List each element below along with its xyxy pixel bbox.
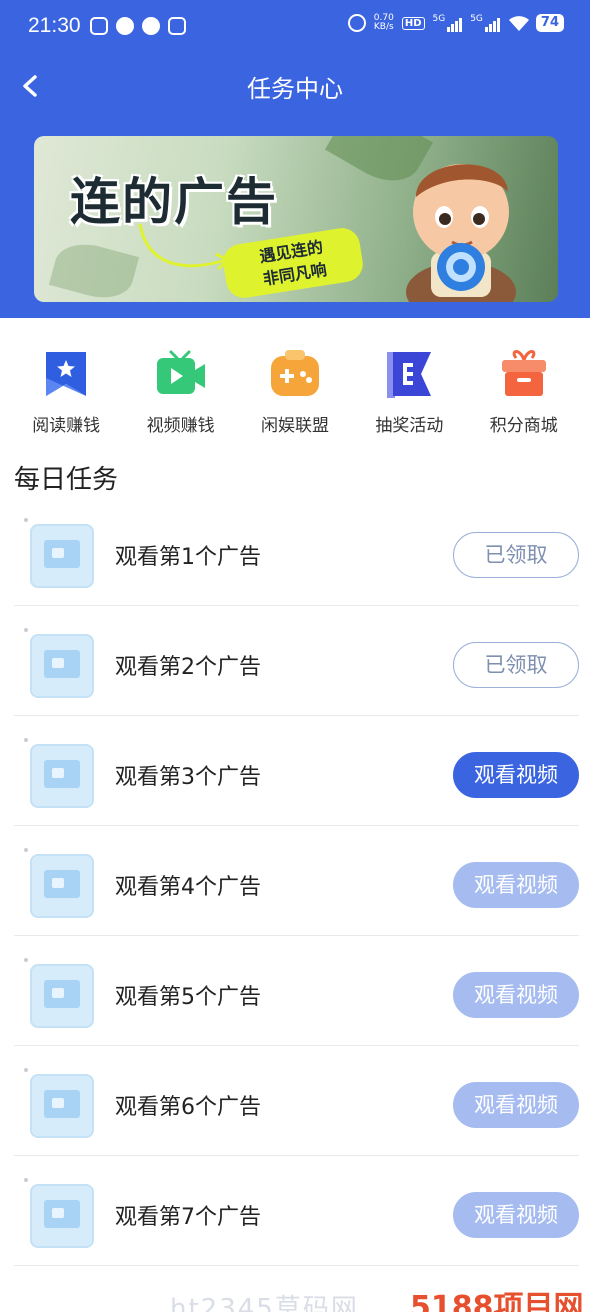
alarm-icon — [347, 14, 366, 32]
entry-label: 视频赚钱 — [146, 416, 215, 436]
sim1-network-type: 5G — [432, 14, 446, 24]
task-row: 观看第7个广告 观看视频 — [14, 1156, 579, 1266]
watch-video-button-disabled[interactable]: 观看视频 — [453, 1082, 579, 1128]
task-title: 观看第3个广告 — [115, 765, 261, 790]
notification-app-icon — [90, 17, 108, 35]
page-title: 任务中心 — [247, 75, 343, 103]
wifi-icon — [508, 14, 529, 32]
bookmark-star-icon — [46, 352, 87, 396]
status-bar: 21:30 0.70 KB/s HD 5G 5G 74 — [0, 0, 590, 56]
watch-video-button[interactable]: 观看视频 — [453, 752, 579, 798]
task-title: 观看第4个广告 — [115, 875, 261, 900]
notification-icons — [90, 17, 186, 35]
entry-read-earn[interactable]: 阅读赚钱 — [16, 348, 116, 440]
entry-points-mall[interactable]: 积分商城 — [474, 348, 574, 440]
banner-tagline: 遇见连的 非同凡响 — [220, 225, 366, 301]
watch-video-button-disabled[interactable]: 观看视频 — [453, 862, 579, 908]
task-video-thumbnail-icon — [30, 634, 94, 698]
decor-dot — [24, 518, 28, 522]
task-title: 观看第2个广告 — [115, 655, 261, 680]
entry-label: 积分商城 — [489, 416, 558, 436]
header-background: 21:30 0.70 KB/s HD 5G 5G 74 任务中心 连的广告 遇见… — [0, 0, 590, 318]
task-list: 观看第1个广告 已领取 观看第2个广告 已领取 观看第3个广告 观看视频 观看第… — [14, 496, 579, 1266]
watermark-left: ht2345草码网 — [170, 1294, 359, 1312]
gift-icon — [501, 350, 546, 396]
entry-label: 闲娱联盟 — [260, 416, 329, 436]
entry-lottery[interactable]: 抽奖活动 — [359, 348, 459, 440]
task-title: 观看第7个广告 — [115, 1205, 261, 1230]
watch-video-button-disabled[interactable]: 观看视频 — [453, 1192, 579, 1238]
promo-banner[interactable]: 连的广告 遇见连的 非同凡响 — [34, 136, 558, 302]
calendar-app-icon — [168, 17, 186, 35]
watch-video-button-disabled[interactable]: 观看视频 — [453, 972, 579, 1018]
decor-dot — [24, 738, 28, 742]
decor-dot — [24, 1178, 28, 1182]
task-video-thumbnail-icon — [30, 1184, 94, 1248]
task-video-thumbnail-icon — [30, 524, 94, 588]
decor-dot — [24, 958, 28, 962]
leaf-decoration — [48, 236, 140, 302]
entry-label: 阅读赚钱 — [32, 416, 101, 436]
battery-level: 74 — [535, 14, 564, 32]
hd-voice-badge: HD — [401, 16, 425, 30]
task-title: 观看第5个广告 — [115, 985, 261, 1010]
gamepad-icon — [270, 350, 319, 396]
task-row: 观看第6个广告 观看视频 — [14, 1046, 579, 1156]
signal-sim2-icon: 5G — [470, 14, 500, 32]
net-speed: 0.70 KB/s — [373, 13, 394, 32]
task-video-thumbnail-icon — [30, 744, 94, 808]
entry-video-earn[interactable]: 视频赚钱 — [131, 348, 231, 440]
nav-bar: 任务中心 — [0, 56, 590, 116]
task-video-thumbnail-icon — [30, 854, 94, 918]
status-right: 0.70 KB/s HD 5G 5G 74 — [347, 13, 564, 32]
entry-leisure-alliance[interactable]: 闲娱联盟 — [245, 348, 345, 440]
status-time: 21:30 — [28, 14, 81, 37]
decor-dot — [24, 1068, 28, 1072]
decor-dot — [24, 628, 28, 632]
task-video-thumbnail-icon — [30, 964, 94, 1028]
task-title: 观看第6个广告 — [115, 1095, 261, 1120]
task-row: 观看第4个广告 观看视频 — [14, 826, 579, 936]
task-row: 观看第1个广告 已领取 — [14, 496, 579, 606]
task-row: 观看第3个广告 观看视频 — [14, 716, 579, 826]
task-title: 观看第1个广告 — [115, 545, 261, 570]
task-claimed-button[interactable]: 已领取 — [453, 532, 579, 578]
task-claimed-button[interactable]: 已领取 — [453, 642, 579, 688]
flag-icon — [387, 352, 432, 398]
task-row: 观看第5个广告 观看视频 — [14, 936, 579, 1046]
watermark-right: 5188项目网 — [410, 1290, 584, 1312]
video-camera-icon — [156, 350, 205, 394]
decor-dot — [24, 848, 28, 852]
daily-tasks-heading: 每日任务 — [14, 465, 119, 495]
sim2-network-type: 5G — [470, 14, 483, 24]
entry-label: 抽奖活动 — [375, 416, 444, 436]
qq-penguin-icon — [142, 17, 160, 35]
mascot-boy-illustration — [406, 164, 516, 302]
quick-entry-row: 阅读赚钱 视频赚钱 闲娱联盟 抽奖活动 积分商城 — [0, 348, 590, 440]
signal-sim1-icon: 5G — [433, 14, 463, 32]
task-row: 观看第2个广告 已领取 — [14, 606, 579, 716]
chat-bubble-icon — [116, 17, 134, 35]
task-video-thumbnail-icon — [30, 1074, 94, 1138]
